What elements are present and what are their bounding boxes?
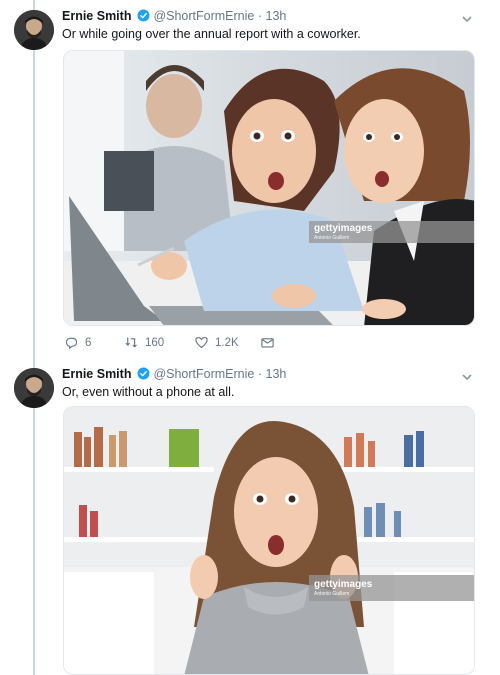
watermark-brand: gettyimages (314, 579, 373, 590)
author-handle[interactable]: @ShortFormErnie (153, 9, 254, 23)
chevron-down-icon[interactable] (460, 12, 474, 26)
watermark-credit: Antonio Guillem (314, 235, 350, 241)
reply-count: 6 (85, 336, 92, 349)
author-handle[interactable]: @ShortFormErnie (153, 367, 254, 381)
watermark-brand: gettyimages (314, 223, 373, 234)
avatar[interactable] (14, 368, 54, 408)
watermark: gettyimages Antonio Guillem (314, 223, 372, 241)
reply-button[interactable]: 6 (64, 335, 91, 350)
separator-dot: · (257, 367, 263, 381)
timestamp[interactable]: 13h (266, 9, 287, 23)
tweet[interactable]: Ernie Smith @ShortFormErnie · 13h Or, ev… (0, 358, 500, 675)
author-name[interactable]: Ernie Smith (62, 367, 131, 381)
tweet-image[interactable]: gettyimages Antonio Guillem (63, 50, 475, 326)
tweet-header: Ernie Smith @ShortFormErnie · 13h (62, 367, 286, 383)
timestamp[interactable]: 13h (266, 367, 287, 381)
tweet-text: Or, even without a phone at all. (62, 385, 235, 399)
retweet-button[interactable]: 160 (124, 335, 164, 350)
verified-badge-icon (137, 367, 150, 383)
separator-dot: · (257, 9, 263, 23)
like-icon (195, 336, 208, 349)
reply-icon (65, 337, 78, 350)
tweet-header: Ernie Smith @ShortFormErnie · 13h (62, 9, 286, 25)
watermark-credit: Antonio Guillem (314, 591, 350, 597)
avatar[interactable] (14, 10, 54, 50)
chevron-down-icon[interactable] (460, 370, 474, 384)
tweet-image[interactable]: gettyimages Antonio Guillem (63, 406, 475, 675)
dm-button[interactable] (260, 335, 275, 350)
tweet[interactable]: Ernie Smith @ShortFormErnie · 13h Or whi… (0, 0, 500, 358)
author-name[interactable]: Ernie Smith (62, 9, 131, 23)
dm-icon (261, 338, 274, 348)
like-count: 1.2K (215, 336, 239, 349)
verified-badge-icon (137, 9, 150, 25)
retweet-icon (125, 337, 137, 348)
watermark: gettyimages Antonio Guillem (314, 579, 372, 597)
tweet-text: Or while going over the annual report wi… (62, 27, 361, 41)
like-button[interactable]: 1.2K (194, 335, 239, 350)
retweet-count: 160 (145, 336, 165, 349)
